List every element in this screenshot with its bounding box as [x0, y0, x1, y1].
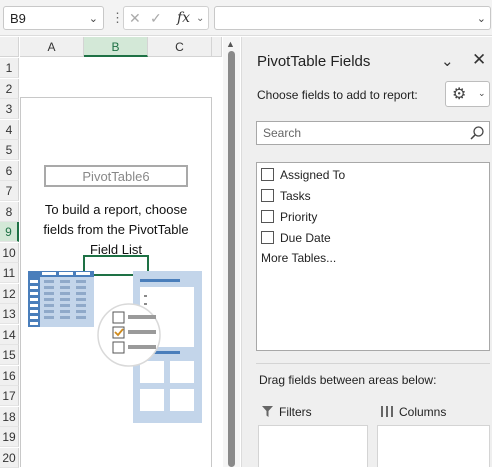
row-header[interactable]: 3: [0, 99, 19, 119]
name-box-value: B9: [10, 11, 26, 26]
search-icon: [470, 126, 484, 140]
column-header-a[interactable]: A: [20, 37, 84, 57]
enter-icon[interactable]: ✓: [150, 10, 162, 27]
row-header[interactable]: 11: [0, 263, 19, 283]
filters-area-header: Filters: [262, 405, 312, 419]
formula-bar: B9 ⌄ ⋮ ✕ ✓ fx ⌄ ⌄: [0, 0, 492, 36]
field-checkbox[interactable]: [261, 189, 274, 202]
row-header[interactable]: 12: [0, 283, 19, 304]
filters-drop-area[interactable]: [258, 425, 368, 467]
search-placeholder: Search: [263, 126, 302, 140]
field-list-illustration: [97, 271, 202, 423]
columns-icon: [381, 406, 393, 417]
filter-icon: [262, 406, 273, 417]
scroll-up-icon[interactable]: ▲: [226, 39, 235, 49]
select-all-corner[interactable]: [0, 37, 19, 57]
field-label: Due Date: [280, 231, 331, 245]
row-header[interactable]: 15: [0, 345, 19, 365]
search-field[interactable]: Search: [256, 121, 490, 145]
chevron-down-icon[interactable]: ⌄: [441, 52, 454, 70]
scrollbar-thumb[interactable]: [228, 51, 235, 467]
more-tables-link[interactable]: More Tables...: [261, 251, 336, 265]
row-header[interactable]: 4: [0, 119, 19, 140]
row-header[interactable]: 8: [0, 201, 19, 222]
tools-button[interactable]: ⚙ ⌄: [445, 81, 490, 107]
columns-drop-area[interactable]: [377, 425, 490, 467]
column-header-d[interactable]: [212, 37, 222, 57]
pivot-table-illustration: [28, 271, 94, 327]
row-header[interactable]: 19: [0, 427, 19, 447]
row-header[interactable]: 2: [0, 78, 19, 99]
row-header[interactable]: 7: [0, 181, 19, 201]
more-options-icon[interactable]: ⋮: [111, 10, 124, 26]
formula-actions: ✕ ✓ fx ⌄: [123, 6, 209, 30]
pivot-table-name: PivotTable6: [44, 165, 188, 187]
row-header[interactable]: 14: [0, 324, 19, 345]
columns-label: Columns: [399, 405, 447, 419]
row-header[interactable]: 17: [0, 386, 19, 406]
row-header[interactable]: 9: [0, 222, 19, 242]
expand-formula-icon[interactable]: ⌄: [477, 12, 486, 25]
cancel-icon[interactable]: ✕: [129, 10, 141, 27]
field-list: Assigned To Tasks Priority Due Date More…: [256, 162, 490, 351]
choose-fields-label: Choose fields to add to report:: [257, 88, 418, 102]
row-header[interactable]: 5: [0, 140, 19, 160]
row-header[interactable]: 16: [0, 365, 19, 386]
field-checkbox[interactable]: [261, 210, 274, 223]
columns-area-header: Columns: [381, 405, 446, 419]
row-header[interactable]: 10: [0, 242, 19, 263]
drag-fields-label: Drag fields between areas below:: [259, 373, 437, 387]
row-header[interactable]: 20: [0, 447, 19, 468]
column-header-c[interactable]: C: [148, 37, 212, 57]
gear-icon: ⚙: [452, 86, 467, 103]
row-header[interactable]: 18: [0, 406, 19, 427]
panel-title: PivotTable Fields: [257, 53, 371, 70]
pivot-fields-panel: PivotTable Fields ⌄ ✕ Choose fields to a…: [241, 37, 492, 467]
insert-function-icon[interactable]: fx: [177, 10, 190, 26]
field-label: Assigned To: [280, 168, 346, 182]
worksheet-grid[interactable]: A B C 1 2 3 4 5 6 7 8 9 10 11 12 13 14 15 16 17 18 19 20 Pi…: [0, 37, 222, 468]
pivot-instructions: To build a report, choose fields from th…: [43, 202, 189, 257]
row-header[interactable]: 13: [0, 304, 19, 324]
close-icon[interactable]: ✕: [472, 50, 486, 70]
field-label: Tasks: [280, 189, 311, 203]
column-header-b[interactable]: B: [84, 37, 148, 57]
filters-label: Filters: [279, 405, 312, 419]
formula-input[interactable]: ⌄: [214, 6, 491, 30]
panel-divider: [256, 363, 490, 364]
field-checkbox[interactable]: [261, 231, 274, 244]
chevron-down-icon[interactable]: ⌄: [89, 12, 98, 25]
row-header[interactable]: 6: [0, 160, 19, 181]
chevron-down-icon: ⌄: [478, 88, 486, 98]
vertical-scrollbar[interactable]: ▲: [223, 37, 240, 467]
chevron-down-icon[interactable]: ⌄: [196, 13, 204, 24]
field-checkbox[interactable]: [261, 168, 274, 181]
name-box[interactable]: B9 ⌄: [3, 6, 104, 30]
field-label: Priority: [280, 210, 318, 224]
row-header[interactable]: 1: [0, 58, 19, 78]
